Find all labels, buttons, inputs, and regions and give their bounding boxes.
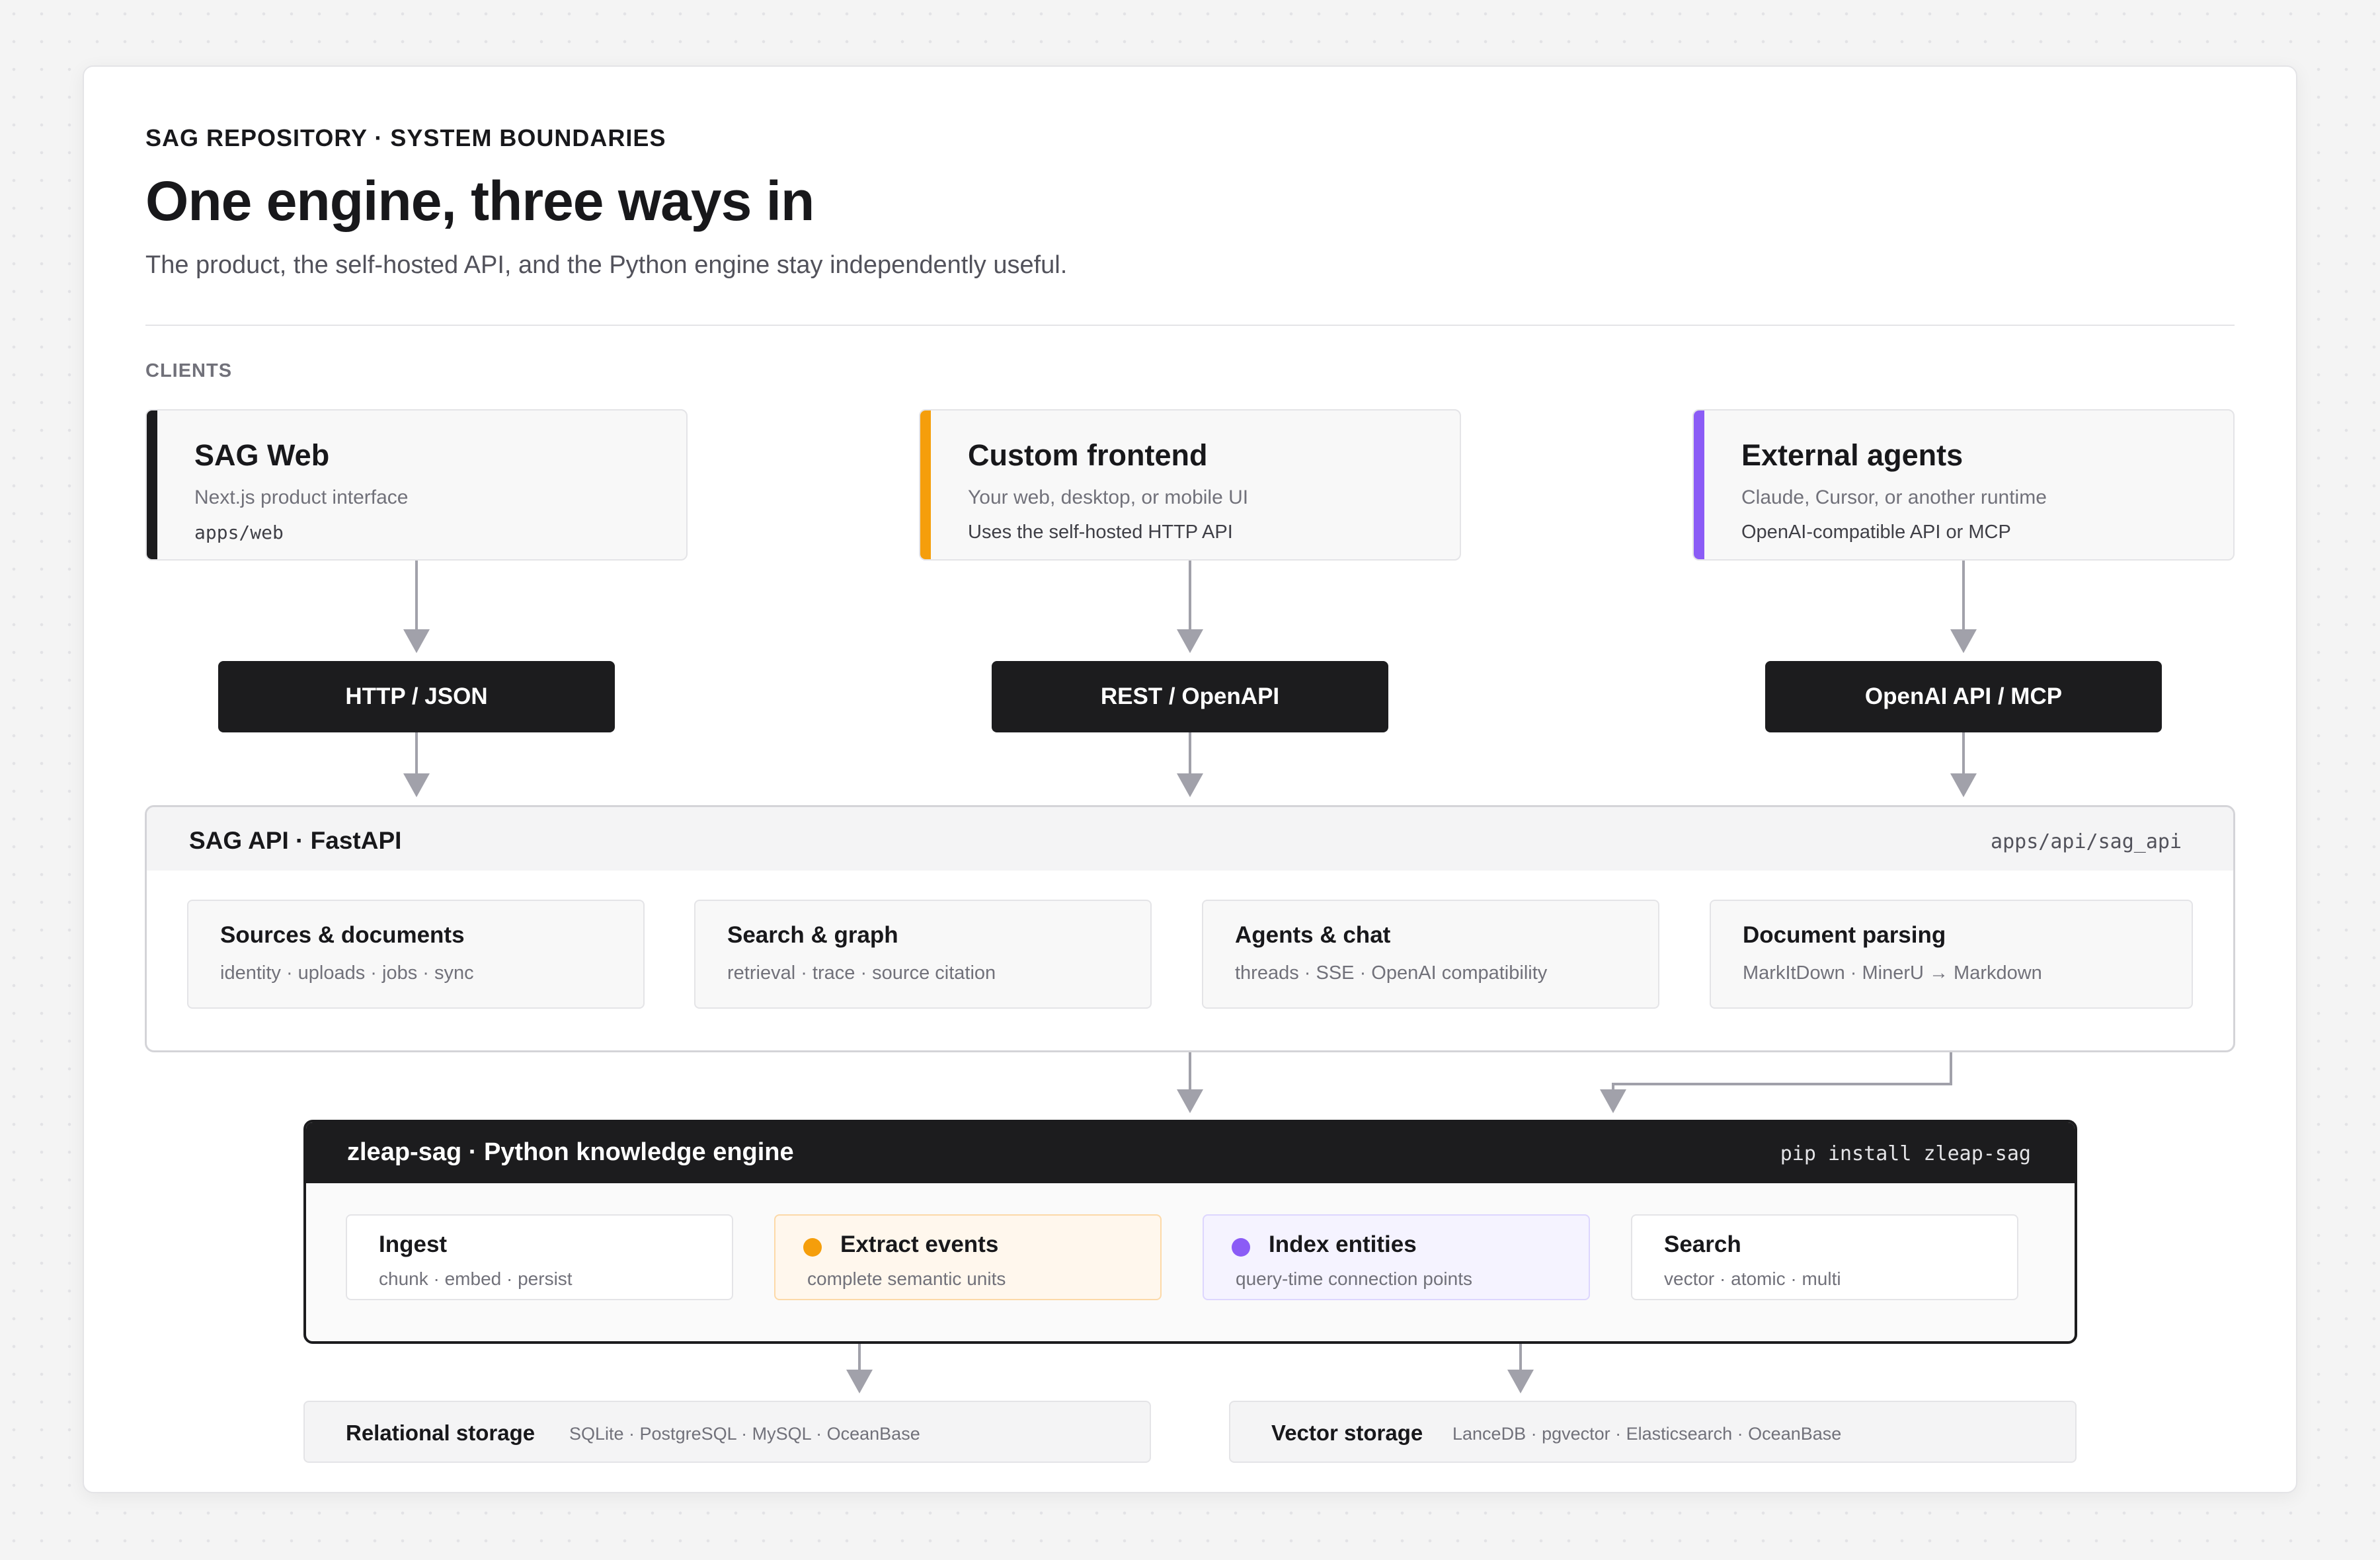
arrowhead-icon — [1950, 629, 1977, 653]
arrowhead-icon — [1177, 629, 1203, 653]
arrowhead-icon — [403, 773, 430, 797]
connector-arrows — [403, 561, 1977, 1393]
arrowhead-icon — [1507, 1370, 1534, 1393]
arrowhead-icon — [1177, 773, 1203, 797]
arrowhead-icon — [846, 1370, 873, 1393]
arrowhead-icon — [403, 629, 430, 653]
arrowhead-icon — [1177, 1089, 1203, 1113]
connector-line — [1612, 1052, 1952, 1089]
arrowhead-icon — [1950, 773, 1977, 797]
arrowhead-icon — [1600, 1089, 1626, 1113]
